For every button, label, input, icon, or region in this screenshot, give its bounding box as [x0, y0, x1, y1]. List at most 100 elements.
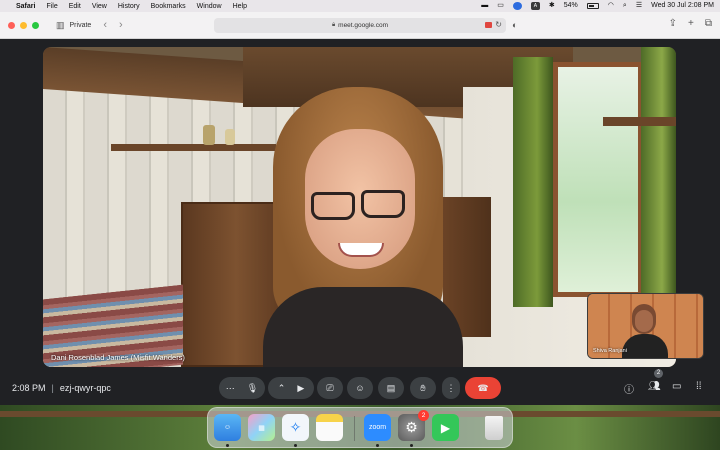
meeting-code: ezj-qwyr-qpc [59, 383, 111, 393]
share-icon[interactable]: ⇪ [669, 18, 677, 29]
recording-indicator-icon[interactable] [485, 22, 492, 28]
privacy-report-icon[interactable]: ◐ [512, 20, 517, 30]
reactions-button[interactable]: ☺ [347, 377, 373, 399]
participant-figure [233, 87, 493, 367]
safari-running-dot [294, 444, 297, 447]
trash-can-shape [484, 415, 503, 440]
self-face [635, 310, 653, 332]
zoom-running-dot [376, 444, 379, 447]
macos-menu-bar: Safari File Edit View History Bookmarks … [0, 0, 720, 12]
control-center-icon[interactable]: ☰ [636, 2, 642, 10]
people-icon[interactable]: 👥︎ [648, 381, 661, 392]
macos-dock: ☺ ▦ ✧ zoom ⚙ 2 ▶ [207, 407, 513, 448]
google-meet-page: Dani Rosenblad James (Misfit Wanders) Sh… [0, 39, 720, 405]
menu-app-name[interactable]: Safari [16, 3, 35, 10]
new-tab-icon[interactable]: + [688, 18, 694, 29]
main-participant-name: Dani Rosenblad James (Misfit Wanders) [51, 353, 185, 362]
self-view-video[interactable]: Shiva Ranjani [587, 293, 704, 359]
self-participant-name: Shiva Ranjani [593, 348, 627, 354]
leave-call-button[interactable]: ☎ [465, 377, 501, 399]
more-options-button[interactable]: ⋮ [442, 377, 460, 399]
launchpad-icon[interactable]: ▦ [248, 414, 275, 441]
room-window [553, 62, 643, 297]
menu-edit[interactable]: Edit [69, 3, 81, 10]
zoom-label: zoom [368, 424, 387, 431]
safari-icon[interactable]: ✧ [282, 414, 309, 441]
camera-icon[interactable]: ▶ [297, 383, 304, 394]
safari-toolbar: ▥ Private ‹ › 🔒︎ meet.google.com ↻ ◐ ⇪ +… [0, 12, 720, 39]
minimize-window-button[interactable] [20, 21, 27, 29]
glasses-right-lens [361, 190, 405, 218]
torso [263, 287, 463, 367]
close-window-button[interactable] [8, 21, 15, 29]
tab-overview-icon[interactable]: ⧉ [705, 18, 712, 29]
activities-grid-icon[interactable]: ⁞⁞ [696, 381, 702, 392]
camera-status-icon[interactable]: ▬ [481, 2, 488, 10]
end-call-icon: ☎ [477, 382, 489, 393]
finder-icon[interactable]: ☺ [214, 414, 241, 441]
chat-icon[interactable]: ▭ [672, 381, 681, 392]
video-status-icon[interactable]: ▭ [497, 2, 504, 10]
safari-right-tools: ⇪ + ⧉ [658, 18, 712, 29]
captions-button[interactable]: ▤ [378, 377, 404, 399]
meeting-details-icon[interactable]: ⓘ [624, 381, 634, 396]
shelf-jar [203, 125, 215, 145]
wifi-icon[interactable]: ◠ [608, 2, 614, 10]
present-screen-icon: ⎚ [326, 382, 334, 393]
window-controls [8, 21, 44, 29]
facetime-icon[interactable]: ▶ [432, 414, 459, 441]
microphone-icon[interactable]: 🎙︎ [247, 383, 258, 394]
spotlight-search-icon[interactable]: ⌕ [623, 2, 627, 10]
more-vert-icon: ⋮ [446, 382, 456, 393]
zoom-app-icon[interactable]: zoom [364, 414, 391, 441]
sidebar-icon[interactable]: ▥ [56, 20, 65, 31]
meet-control-bar: 2:08 PM | ezj-qwyr-qpc ⋯ 🎙︎ ⌃ ▶ ⎚ ☺ ▤ ✋︎ ⋮… [0, 369, 720, 405]
dock-separator [354, 416, 355, 441]
video-control-group: ⌃ ▶ [268, 377, 314, 399]
emoji-icon: ☺ [355, 383, 365, 393]
meeting-info: 2:08 PM | ezj-qwyr-qpc [12, 383, 111, 393]
battery-icon[interactable] [586, 3, 599, 9]
audio-options-icon[interactable]: ⋯ [226, 383, 235, 394]
main-participant-video[interactable]: Dani Rosenblad James (Misfit Wanders) [43, 47, 676, 367]
system-settings-icon[interactable]: ⚙ 2 [398, 410, 429, 441]
meeting-info-separator: | [51, 383, 54, 393]
settings-notification-badge: 2 [418, 410, 429, 421]
menu-view[interactable]: View [92, 3, 107, 10]
raise-hand-icon: ✋︎ [420, 382, 426, 393]
back-arrow-icon[interactable]: ‹ [103, 19, 107, 31]
curtain-left [513, 57, 553, 307]
notes-icon[interactable] [316, 414, 343, 441]
video-options-chevron-icon[interactable]: ⌃ [278, 383, 286, 394]
meeting-time: 2:08 PM [12, 383, 46, 393]
menu-window[interactable]: Window [197, 3, 222, 10]
wall-shelf-right [603, 117, 676, 126]
address-bar[interactable]: 🔒︎ meet.google.com ↻ [214, 18, 506, 33]
audio-control-group: ⋯ 🎙︎ [219, 377, 265, 399]
trash-icon[interactable] [480, 414, 507, 441]
menu-help[interactable]: Help [233, 3, 247, 10]
bluetooth-icon[interactable]: ✱ [549, 2, 555, 10]
menu-bookmarks[interactable]: Bookmarks [151, 3, 186, 10]
clock-text[interactable]: Wed 30 Jul 2:08 PM [651, 2, 714, 10]
zoom-window-button[interactable] [32, 21, 39, 29]
private-browsing-label: Private [69, 21, 92, 29]
url-text: meet.google.com [338, 22, 389, 29]
captions-icon: ▤ [386, 382, 396, 393]
smile [338, 243, 384, 257]
menu-history[interactable]: History [118, 3, 140, 10]
raise-hand-button[interactable]: ✋︎ [410, 377, 436, 399]
finder-running-dot [226, 444, 229, 447]
input-source-badge[interactable]: A [530, 2, 540, 10]
menu-file[interactable]: File [46, 3, 57, 10]
app-status-icon[interactable] [512, 2, 522, 10]
battery-percent: 54% [563, 2, 578, 9]
present-screen-button[interactable]: ⎚ [317, 377, 343, 399]
curtain-right [641, 47, 676, 322]
lock-icon: 🔒︎ [331, 22, 336, 28]
forward-arrow-icon[interactable]: › [119, 19, 123, 31]
reload-icon[interactable]: ↻ [495, 20, 502, 29]
settings-running-dot [410, 444, 413, 447]
glasses-left-lens [311, 192, 355, 220]
people-count-badge: 2 [654, 369, 663, 378]
